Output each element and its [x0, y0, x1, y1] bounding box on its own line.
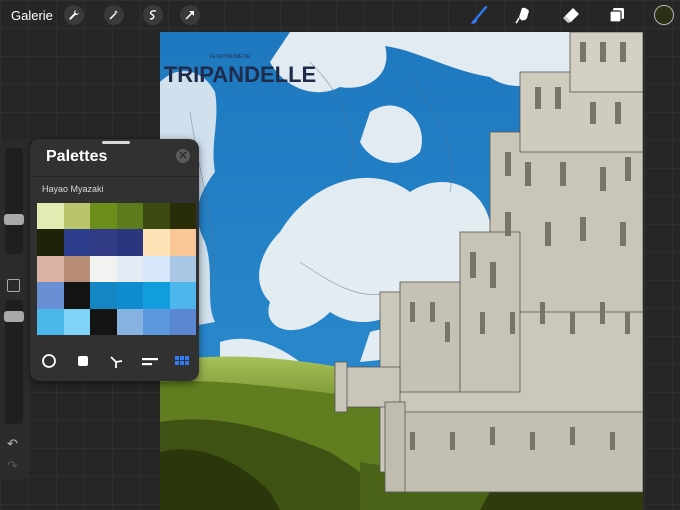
color-swatch[interactable]	[169, 229, 196, 256]
color-swatch[interactable]	[169, 255, 196, 283]
color-swatch[interactable]	[90, 255, 117, 283]
color-swatch[interactable]	[63, 229, 90, 256]
color-swatch[interactable]	[63, 255, 90, 283]
color-swatch[interactable]	[90, 308, 117, 335]
divider	[30, 176, 199, 177]
artwork: LE ROYAUME DE TRIPANDELLE	[160, 32, 643, 510]
color-swatch[interactable]	[116, 255, 143, 283]
wrench-icon[interactable]	[64, 5, 84, 25]
opacity-thumb[interactable]	[4, 311, 24, 322]
panel-grabber[interactable]	[102, 141, 130, 144]
gallery-button[interactable]: Galerie	[11, 8, 53, 23]
brush-icon[interactable]	[468, 4, 490, 26]
redo-icon[interactable]: ↷	[7, 458, 18, 474]
svg-text:LE ROYAUME DE: LE ROYAUME DE	[210, 54, 251, 60]
color-swatch[interactable]	[143, 282, 170, 309]
color-swatch[interactable]	[116, 203, 143, 230]
disc-icon[interactable]	[40, 352, 58, 370]
color-swatch[interactable]	[143, 229, 170, 256]
modify-button[interactable]	[7, 279, 20, 292]
eraser-icon[interactable]	[560, 4, 582, 26]
color-swatch[interactable]	[63, 308, 90, 335]
magic-wand-icon[interactable]	[104, 5, 124, 25]
brush-size-thumb[interactable]	[4, 214, 24, 225]
color-swatch[interactable]	[116, 308, 143, 335]
palettes-panel: Palettes ✕ Hayao Myazaki	[30, 139, 199, 381]
left-sidebar: ↶ ↷	[0, 140, 28, 480]
top-toolbar: Galerie	[0, 0, 680, 30]
opacity-slider[interactable]	[4, 300, 24, 424]
color-swatch[interactable]	[37, 282, 64, 309]
color-swatch[interactable]	[37, 203, 64, 230]
undo-icon[interactable]: ↶	[7, 436, 18, 452]
color-swatch[interactable]	[169, 282, 196, 309]
panel-title: Palettes	[46, 148, 108, 165]
layers-icon[interactable]	[606, 4, 628, 26]
selection-icon[interactable]	[143, 5, 163, 25]
color-swatch[interactable]	[37, 255, 64, 283]
square-icon[interactable]	[74, 352, 92, 370]
color-swatch[interactable]	[63, 203, 90, 230]
current-color-swatch[interactable]	[654, 5, 674, 25]
close-button[interactable]: ✕	[176, 149, 190, 163]
color-swatch[interactable]	[90, 282, 117, 309]
smudge-icon[interactable]	[513, 4, 535, 26]
brush-size-slider[interactable]	[4, 148, 24, 254]
color-swatch[interactable]	[143, 308, 170, 335]
color-swatch[interactable]	[63, 282, 90, 309]
color-swatch[interactable]	[143, 203, 170, 230]
color-swatch[interactable]	[90, 229, 117, 256]
palette-name: Hayao Myazaki	[42, 184, 104, 194]
color-swatch[interactable]	[90, 203, 117, 230]
harmony-icon[interactable]	[107, 352, 125, 370]
transform-arrow-icon[interactable]	[180, 5, 200, 25]
palette-mode-bar	[30, 349, 199, 373]
color-swatch[interactable]	[116, 282, 143, 309]
color-swatch[interactable]	[169, 308, 196, 335]
drawing-canvas[interactable]: LE ROYAUME DE TRIPANDELLE	[160, 32, 643, 510]
color-swatch[interactable]	[37, 308, 64, 335]
color-swatch[interactable]	[116, 229, 143, 256]
color-swatch[interactable]	[143, 255, 170, 283]
color-swatch[interactable]	[37, 229, 64, 256]
value-icon[interactable]	[141, 352, 159, 370]
palette-grid-icon[interactable]	[173, 352, 191, 370]
svg-text:TRIPANDELLE: TRIPANDELLE	[164, 62, 316, 87]
color-swatch[interactable]	[169, 203, 196, 230]
swatch-grid	[37, 203, 196, 335]
